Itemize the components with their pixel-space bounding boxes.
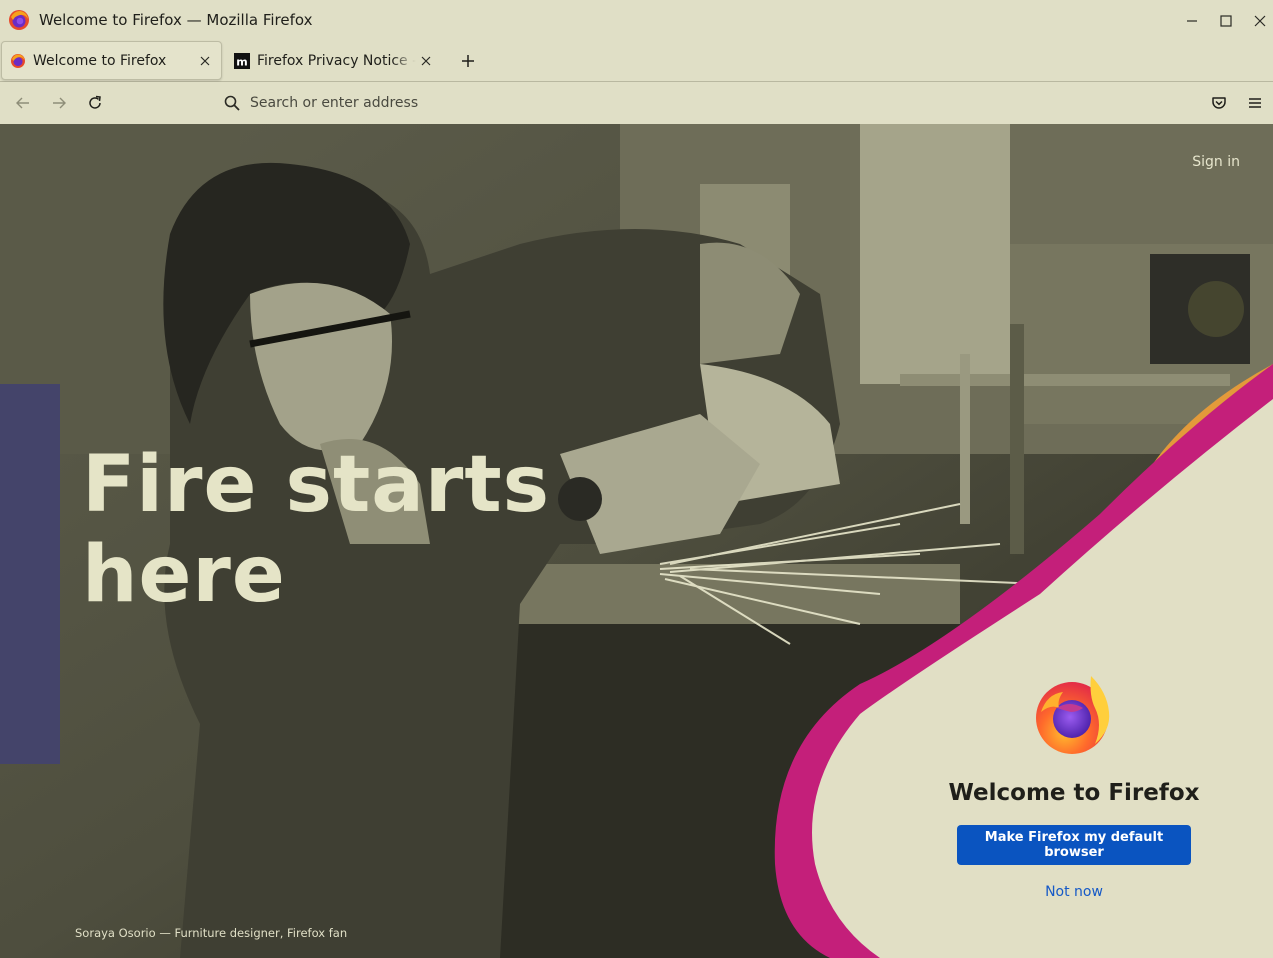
new-tab-button[interactable] — [457, 50, 479, 72]
reload-button[interactable] — [84, 92, 106, 114]
pocket-icon — [1212, 97, 1226, 109]
navigation-toolbar — [0, 82, 1273, 124]
close-icon — [200, 56, 210, 65]
tab-welcome-to-firefox[interactable]: Welcome to Firefox — [1, 41, 222, 80]
firefox-logo-icon — [11, 53, 25, 68]
reload-icon — [89, 95, 101, 109]
tab-label: Firefox Privacy Notice — Mozilla — [257, 52, 416, 69]
search-icon — [224, 95, 240, 111]
tab-strip: Welcome to Firefox m Firefox Privacy Not… — [0, 41, 1273, 82]
back-button[interactable] — [12, 92, 34, 114]
hamburger-menu-icon — [1249, 98, 1261, 108]
address-input[interactable] — [250, 95, 850, 111]
tab-close-button[interactable] — [416, 51, 436, 71]
hero-heading-line2: here — [82, 530, 286, 620]
close-icon — [421, 56, 431, 65]
not-now-link[interactable]: Not now — [957, 884, 1191, 900]
tab-firefox-privacy-notice[interactable]: m Firefox Privacy Notice — Mozilla — [228, 41, 442, 80]
plus-icon — [462, 55, 474, 67]
firefox-logo-icon — [9, 10, 29, 30]
firefox-logo-icon — [1036, 676, 1110, 754]
tab-label: Welcome to Firefox — [33, 52, 167, 69]
pocket-button[interactable] — [1208, 92, 1230, 114]
window-titlebar: Welcome to Firefox — Mozilla Firefox — [0, 0, 1273, 41]
tab-close-button[interactable] — [195, 51, 215, 71]
maximize-button[interactable] — [1215, 10, 1237, 32]
page-content: Sign in Fire starts here Soraya Osorio —… — [0, 124, 1273, 958]
hero-heading: Fire starts here — [82, 440, 562, 620]
app-menu-button[interactable] — [1244, 92, 1266, 114]
minimize-icon — [1187, 20, 1197, 22]
arrow-left-icon — [16, 97, 29, 109]
window-title: Welcome to Firefox — Mozilla Firefox — [39, 11, 313, 29]
sign-in-link[interactable]: Sign in — [1192, 154, 1240, 170]
make-default-browser-button[interactable]: Make Firefox my default browser — [957, 825, 1191, 865]
forward-button[interactable] — [48, 92, 70, 114]
photo-credit: Soraya Osorio — Furniture designer, Fire… — [75, 926, 348, 940]
window-close-button[interactable] — [1249, 10, 1271, 32]
minimize-button[interactable] — [1181, 10, 1203, 32]
maximize-icon — [1220, 15, 1232, 27]
mozilla-m-icon: m — [234, 52, 250, 69]
arrow-right-icon — [53, 97, 66, 109]
welcome-title: Welcome to Firefox — [948, 780, 1200, 806]
hero-heading-line1: Fire starts — [82, 440, 551, 530]
address-bar[interactable] — [218, 88, 1178, 118]
svg-text:m: m — [236, 55, 247, 68]
close-icon — [1254, 15, 1266, 27]
